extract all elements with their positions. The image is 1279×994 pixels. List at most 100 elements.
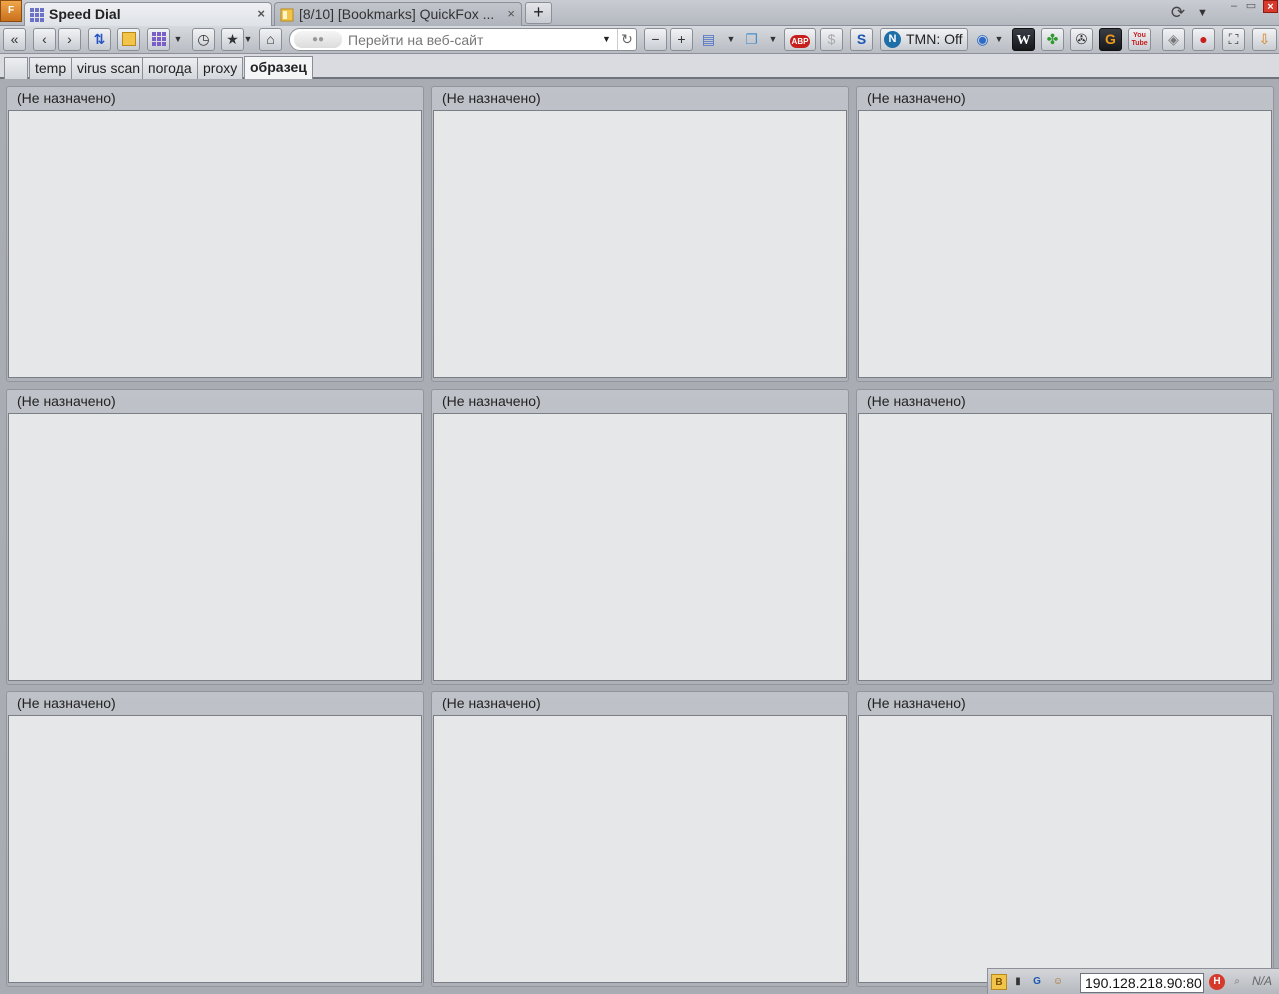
home-button[interactable]: ⌂: [259, 28, 282, 51]
window-close-button[interactable]: ×: [1263, 0, 1278, 13]
gmail-notifier-icon[interactable]: G: [1029, 974, 1045, 990]
zoom-out-button[interactable]: −: [644, 28, 667, 51]
dial-cell[interactable]: (Не назначено): [856, 86, 1274, 382]
bookmark-star-icon: ★: [226, 31, 239, 47]
skype-button[interactable]: S: [850, 28, 873, 51]
film-reel-icon: ✇: [1075, 31, 1088, 47]
dial-thumbnail[interactable]: [433, 110, 847, 378]
dial-cell[interactable]: (Не назначено): [6, 389, 424, 685]
magnifier-icon[interactable]: ⌕: [1229, 974, 1245, 990]
dial-cell[interactable]: (Не назначено): [6, 691, 424, 987]
dial-title: (Не назначено): [867, 393, 966, 409]
browser-window: F Speed Dial × [8/10] [Bookmarks] QuickF…: [0, 0, 1279, 994]
proxy-ip-field[interactable]: 190.128.218.90:80: [1080, 973, 1204, 993]
url-bar[interactable]: ●● ▼ ↻: [289, 28, 637, 51]
group-tab-pogoda[interactable]: погода: [142, 57, 198, 79]
dial-cell[interactable]: (Не назначено): [856, 691, 1274, 987]
youtube-icon: You Tube: [1131, 32, 1148, 47]
group-tab-proxy[interactable]: proxy: [197, 57, 244, 79]
group-tab-temp[interactable]: temp: [29, 57, 73, 79]
dial-cell[interactable]: (Не назначено): [856, 389, 1274, 685]
speed-dial-icon: [30, 8, 44, 22]
sync-addon-button[interactable]: $: [820, 28, 843, 51]
speed-dial-button[interactable]: [147, 28, 170, 51]
dial-title: (Не назначено): [442, 90, 541, 106]
dial-thumbnail[interactable]: [858, 715, 1272, 983]
window-maximize-button[interactable]: ▭: [1244, 0, 1258, 13]
h-addon-icon[interactable]: H: [1209, 974, 1225, 990]
tab-list-dropdown-icon[interactable]: ▼: [1197, 3, 1211, 23]
tab-bookmarks[interactable]: [8/10] [Bookmarks] QuickFox ... ×: [274, 2, 522, 26]
camera-icon: ◈: [1168, 31, 1179, 47]
addon-extra-button[interactable]: ⇩: [1252, 28, 1277, 51]
tmn-toggle-button[interactable]: N TMN: Off: [880, 28, 968, 51]
tab-close-icon[interactable]: ×: [257, 3, 265, 25]
page-style-button[interactable]: ▤: [697, 28, 720, 51]
dial-thumbnail[interactable]: [433, 715, 847, 983]
copy-page-dropdown-icon[interactable]: ▼: [767, 28, 779, 51]
dial-thumbnail[interactable]: [858, 110, 1272, 378]
back-button[interactable]: ‹: [33, 28, 56, 51]
adblock-plus-button[interactable]: ABP: [784, 28, 816, 51]
url-history-dropdown-icon[interactable]: ▼: [602, 30, 614, 49]
window-minimize-button[interactable]: –: [1227, 0, 1241, 13]
google-button[interactable]: G: [1099, 28, 1122, 51]
history-button[interactable]: ◷: [192, 28, 215, 51]
dial-cell[interactable]: (Не назначено): [431, 691, 849, 987]
speed-dial-grid: (Не назначено) (Не назначено) (Не назнач…: [0, 80, 1279, 994]
site-identity-icon[interactable]: ●●: [294, 31, 342, 48]
resurrect-button[interactable]: ⇅: [88, 28, 111, 51]
bookmarks-dropdown-icon[interactable]: ▼: [242, 28, 254, 51]
globe-button[interactable]: ◉: [971, 28, 994, 51]
forward-button[interactable]: ›: [58, 28, 81, 51]
page-style-dropdown-icon[interactable]: ▼: [725, 28, 737, 51]
plus-icon: +: [677, 31, 686, 47]
dial-cell[interactable]: (Не назначено): [6, 86, 424, 382]
globe-dropdown-icon[interactable]: ▼: [993, 28, 1005, 51]
group-tab-obrazec[interactable]: образец: [244, 56, 313, 79]
dial-thumbnail[interactable]: [8, 110, 422, 378]
puzzle-icon: ✤: [1046, 31, 1059, 47]
dial-cell[interactable]: (Не назначено): [431, 86, 849, 382]
b-addon-icon[interactable]: B: [991, 974, 1007, 990]
wikipedia-icon: W: [1016, 33, 1031, 48]
bookmarks-button[interactable]: ★: [221, 28, 244, 51]
dial-thumbnail[interactable]: [433, 413, 847, 681]
dial-title: (Не назначено): [442, 695, 541, 711]
url-input[interactable]: [348, 30, 596, 49]
status-bar: B ▮ G ☺ 190.128.218.90:80 H ⌕ N/A: [987, 968, 1279, 994]
speed-dial-group-bar: temp virus scan погода proxy образец: [0, 54, 1279, 79]
chevron-right-icon: ›: [67, 31, 72, 47]
tab-label: [8/10] [Bookmarks] QuickFox ...: [299, 6, 495, 22]
speed-dial-dropdown-icon[interactable]: ▼: [172, 28, 184, 51]
film-button[interactable]: ✇: [1070, 28, 1093, 51]
sync-icon[interactable]: ⟳: [1168, 3, 1188, 23]
zoom-in-button[interactable]: +: [670, 28, 693, 51]
media-button[interactable]: ●: [1192, 28, 1215, 51]
cookie-icon[interactable]: ▮: [1010, 974, 1026, 990]
tab-speed-dial[interactable]: Speed Dial ×: [24, 2, 272, 26]
screenshot-button[interactable]: ◈: [1162, 28, 1185, 51]
copy-page-button[interactable]: ❐: [740, 28, 763, 51]
dial-thumbnail[interactable]: [8, 715, 422, 983]
tab-label: Speed Dial: [49, 6, 121, 22]
reload-icon[interactable]: ↻: [617, 29, 636, 50]
dial-thumbnail[interactable]: [8, 413, 422, 681]
transfer-arrows-icon: ⇅: [93, 31, 106, 47]
dial-cell[interactable]: (Не назначено): [431, 389, 849, 685]
wikipedia-button[interactable]: W: [1012, 28, 1035, 51]
fullscreen-button[interactable]: ⛶: [1222, 28, 1245, 51]
greasemonkey-icon[interactable]: ☺: [1050, 974, 1066, 990]
app-menu-button[interactable]: F: [0, 0, 22, 22]
dial-title: (Не назначено): [17, 695, 116, 711]
group-tab-blank[interactable]: [4, 57, 28, 79]
google-icon: G: [1105, 31, 1116, 47]
dial-thumbnail[interactable]: [858, 413, 1272, 681]
addons-button[interactable]: ✤: [1041, 28, 1064, 51]
new-tab-button[interactable]: +: [525, 2, 552, 24]
group-tab-virus-scan[interactable]: virus scan: [71, 57, 147, 79]
youtube-button[interactable]: You Tube: [1128, 28, 1151, 51]
tab-close-icon[interactable]: ×: [507, 3, 515, 25]
notes-button[interactable]: [117, 28, 140, 51]
rewind-button[interactable]: «: [3, 28, 26, 51]
